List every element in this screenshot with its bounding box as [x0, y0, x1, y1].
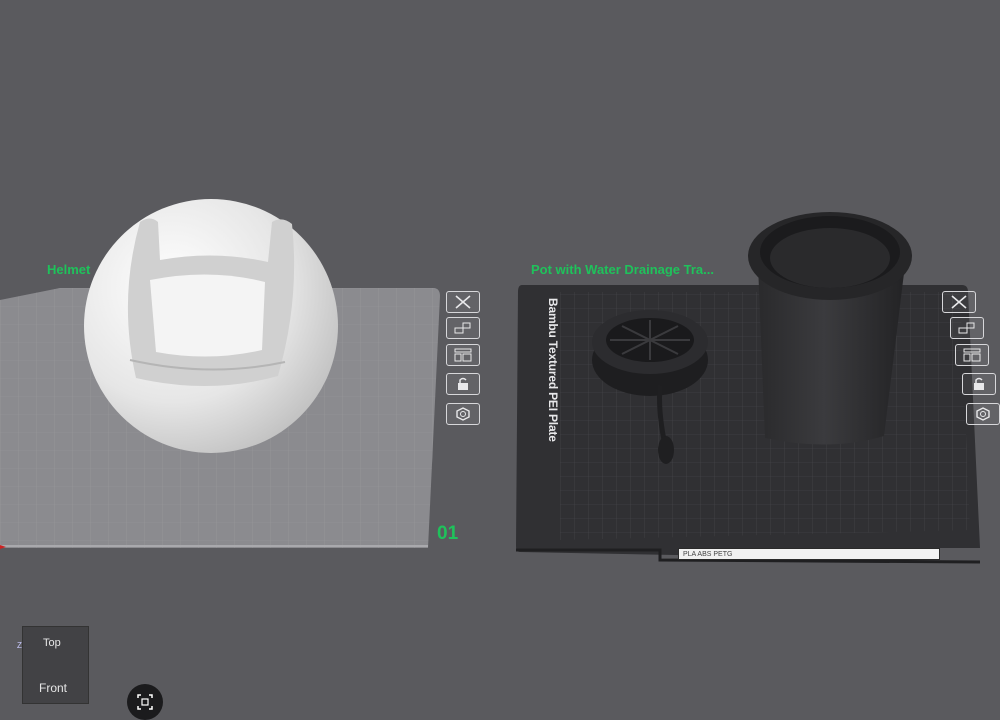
- close-icon: [951, 295, 967, 309]
- plate-2-title[interactable]: Pot with Water Drainage Tra...: [531, 262, 714, 277]
- filament-info-strip: PLA ABS PETG: [678, 548, 940, 560]
- plate-2-layout-button[interactable]: [955, 344, 989, 366]
- plate-2-lock-button[interactable]: [962, 373, 996, 395]
- plate-1-number: 01: [437, 523, 459, 544]
- lock-icon: [974, 377, 984, 390]
- plate-type-label: Bambu Textured PEI Plate: [546, 298, 560, 442]
- plate-1-title[interactable]: Helmet: [47, 262, 90, 277]
- camera-view-icon: [137, 694, 153, 710]
- layout-icon: [454, 348, 472, 362]
- view-cube-front-label[interactable]: Front: [39, 681, 67, 695]
- plate-2-close-button[interactable]: [942, 291, 976, 313]
- filament-label: PLA ABS PETG: [683, 550, 733, 558]
- build-plate-2[interactable]: [516, 285, 981, 564]
- settings-icon: [456, 407, 470, 421]
- plate-1-layout-button[interactable]: [446, 344, 480, 366]
- plate-2-auto-arrange-button[interactable]: [950, 317, 984, 339]
- 3d-viewport[interactable]: [0, 0, 1000, 702]
- plate-1-settings-button[interactable]: [446, 403, 480, 425]
- auto-arrange-icon: [454, 322, 471, 334]
- plate-1-auto-arrange-button[interactable]: [446, 317, 480, 339]
- layout-icon: [963, 348, 981, 362]
- settings-icon: [976, 407, 990, 421]
- auto-arrange-icon: [958, 322, 975, 334]
- lock-icon: [458, 377, 468, 390]
- close-icon: [455, 295, 471, 309]
- plate-1-close-button[interactable]: [446, 291, 480, 313]
- z-axis-label: Z: [17, 641, 22, 650]
- view-cube-top-label[interactable]: Top: [43, 637, 61, 649]
- view-cube[interactable]: Top Front: [22, 626, 89, 704]
- camera-reset-button[interactable]: [127, 684, 163, 720]
- helmet-model[interactable]: [84, 199, 338, 453]
- plate-2-settings-button[interactable]: [966, 403, 1000, 425]
- plate-1-lock-button[interactable]: [446, 373, 480, 395]
